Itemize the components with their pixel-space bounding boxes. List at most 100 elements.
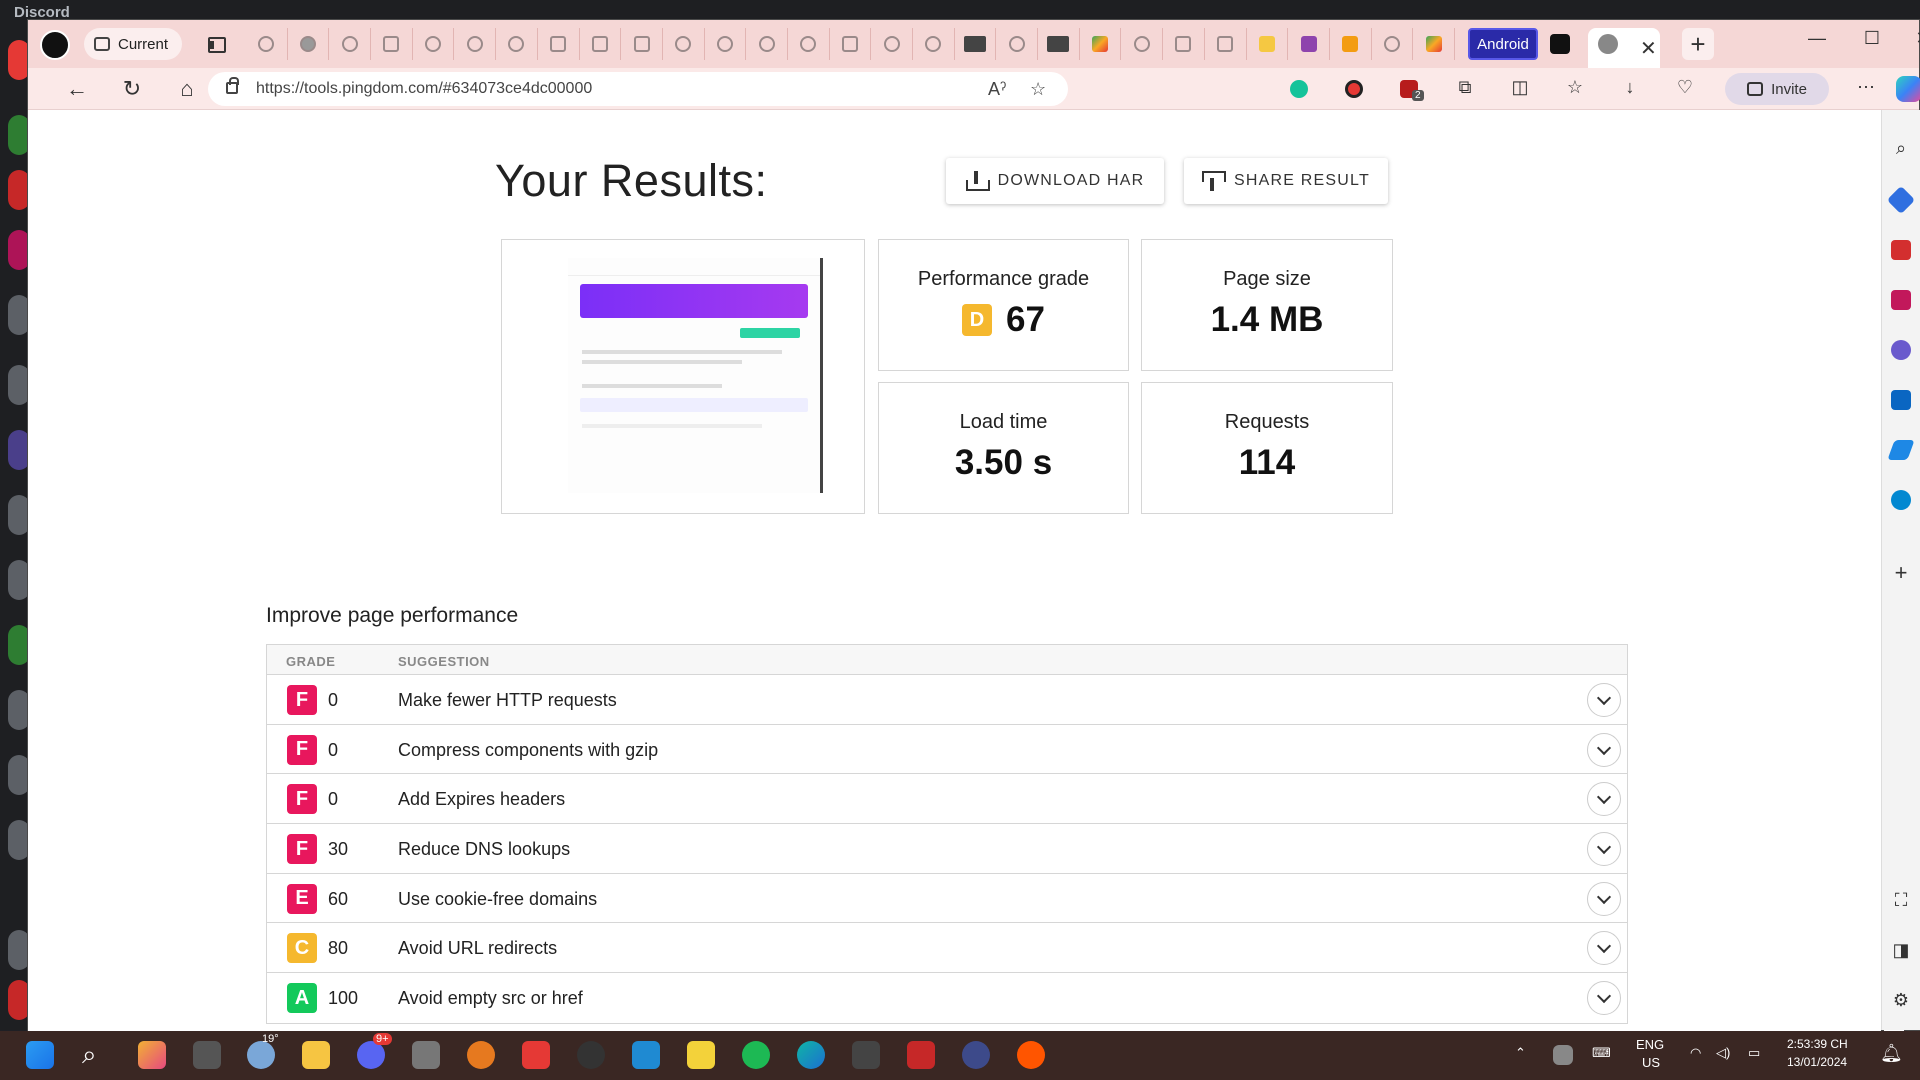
minimize-icon[interactable]: —	[1802, 28, 1832, 49]
telegram-icon[interactable]	[1887, 440, 1915, 460]
expand-chevron-icon[interactable]	[1587, 732, 1621, 767]
favorites-icon[interactable]: ☆	[1563, 77, 1587, 98]
tools-icon[interactable]	[1891, 240, 1911, 260]
tab-site[interactable]	[1247, 28, 1289, 60]
vscode-icon[interactable]	[632, 1041, 660, 1069]
table-row[interactable]: F 0 Compress components with gzip	[267, 725, 1627, 775]
youtube-icon[interactable]	[522, 1041, 550, 1069]
task-view-icon[interactable]	[193, 1041, 221, 1069]
clock-time[interactable]: 2:53:39 CH	[1787, 1037, 1848, 1051]
tab-github[interactable]	[496, 28, 538, 60]
tab-site[interactable]	[288, 28, 330, 60]
tray-chevron-icon[interactable]: ⌃	[1515, 1045, 1526, 1061]
performance-icon[interactable]: ♡	[1673, 77, 1697, 98]
tab-page[interactable]	[538, 28, 580, 60]
workspace-button[interactable]: Current	[84, 28, 183, 60]
close-tab-icon[interactable]: ✕	[1640, 36, 1657, 61]
refresh-icon[interactable]: ↻	[117, 74, 147, 104]
tab-site[interactable]	[1121, 28, 1164, 60]
search-icon[interactable]: ⌕	[1889, 138, 1913, 159]
expand-chevron-icon[interactable]	[1587, 782, 1621, 817]
spotify-icon[interactable]	[742, 1041, 770, 1069]
table-row[interactable]: F 30 Reduce DNS lookups	[267, 824, 1627, 874]
soundcloud-icon[interactable]	[1017, 1041, 1045, 1069]
electron-icon[interactable]	[852, 1041, 880, 1069]
download-har-button[interactable]: DOWNLOAD HAR	[946, 158, 1164, 204]
favorite-star-icon[interactable]: ☆	[1030, 79, 1046, 100]
microsoft365-icon[interactable]	[1891, 340, 1911, 360]
table-row[interactable]: F 0 Add Expires headers	[267, 774, 1627, 825]
tab-github[interactable]	[788, 28, 830, 60]
outlook-icon[interactable]	[1891, 390, 1911, 410]
more-menu-icon[interactable]: ⋯	[1854, 77, 1878, 98]
tab-github[interactable]	[871, 28, 913, 60]
weather-icon[interactable]	[247, 1041, 275, 1069]
tab-dev[interactable]	[955, 28, 997, 60]
copilot-icon[interactable]	[1896, 76, 1920, 102]
tab-github[interactable]	[329, 28, 372, 60]
tray-app-icon[interactable]	[1553, 1045, 1573, 1065]
tab-github[interactable]	[246, 28, 288, 60]
github-desktop-icon[interactable]	[577, 1041, 605, 1069]
start-icon[interactable]	[26, 1041, 54, 1069]
expand-chevron-icon[interactable]	[1587, 832, 1621, 867]
tab-site[interactable]	[1330, 28, 1372, 60]
wifi-icon[interactable]: ◠	[1690, 1045, 1701, 1061]
new-tab-button[interactable]: +	[1682, 28, 1714, 60]
tab-android[interactable]: Android	[1468, 28, 1538, 60]
table-row[interactable]: E 60 Use cookie-free domains	[267, 874, 1627, 924]
tab-github[interactable]	[454, 28, 497, 60]
maximize-icon[interactable]: ☐	[1857, 28, 1887, 49]
record-extension-icon[interactable]	[1345, 80, 1363, 98]
settings-icon[interactable]: ⚙	[1889, 990, 1913, 1011]
copilot-pre-icon[interactable]	[138, 1041, 166, 1069]
tab-github[interactable]	[746, 28, 788, 60]
home-icon[interactable]: ⌂	[172, 74, 202, 104]
tab-site[interactable]	[705, 28, 747, 60]
tab-site[interactable]	[1163, 28, 1205, 60]
sticky-notes-icon[interactable]	[687, 1041, 715, 1069]
expand-chevron-icon[interactable]	[1587, 683, 1621, 717]
split-screen-icon[interactable]: ◫	[1508, 77, 1532, 98]
profile-avatar[interactable]	[40, 30, 70, 60]
table-row[interactable]: A 100 Avoid empty src or href	[267, 973, 1627, 1023]
tab-github[interactable]	[663, 28, 705, 60]
downloads-icon[interactable]: ↓	[1618, 77, 1642, 98]
tab-drive[interactable]	[1080, 28, 1122, 60]
filezilla-icon[interactable]	[907, 1041, 935, 1069]
expand-chevron-icon[interactable]	[1587, 931, 1621, 966]
tab-github[interactable]	[996, 28, 1039, 60]
tab-page[interactable]	[371, 28, 413, 60]
edge-icon[interactable]	[797, 1041, 825, 1069]
games-icon[interactable]	[1891, 290, 1911, 310]
shopping-icon[interactable]	[1886, 185, 1916, 215]
battery-icon[interactable]: ▭	[1748, 1045, 1760, 1061]
lock-icon[interactable]	[226, 77, 239, 94]
language-indicator[interactable]: ENG	[1636, 1037, 1664, 1052]
tab-drive[interactable]	[1413, 28, 1455, 60]
expand-chevron-icon[interactable]	[1587, 881, 1621, 916]
language-region[interactable]: US	[1642, 1055, 1660, 1070]
table-row[interactable]: C 80 Avoid URL redirects	[267, 923, 1627, 974]
tab-site[interactable]	[1288, 28, 1330, 60]
grammarly-icon[interactable]	[1290, 80, 1308, 98]
tab-github[interactable]	[1372, 28, 1414, 60]
volume-icon[interactable]: ◁)	[1716, 1045, 1730, 1061]
share-result-button[interactable]: SHARE RESULT	[1184, 158, 1388, 204]
tab-site[interactable]	[830, 28, 872, 60]
notification-bell-icon[interactable]: 🔔︎	[1880, 1043, 1903, 1064]
tab-site[interactable]	[580, 28, 622, 60]
extensions-icon[interactable]: ⧉	[1453, 77, 1477, 98]
skype-icon[interactable]	[1891, 490, 1911, 510]
tab-site[interactable]	[621, 28, 663, 60]
search-icon[interactable]: ⌕	[82, 1039, 97, 1071]
back-icon[interactable]: ←	[62, 74, 92, 104]
fl-studio-icon[interactable]	[467, 1041, 495, 1069]
keyboard-icon[interactable]: ⌨	[1592, 1045, 1611, 1061]
close-window-icon[interactable]: ✕	[1908, 28, 1920, 49]
vertical-tabs-icon[interactable]	[208, 37, 226, 53]
address-bar[interactable]: https://tools.pingdom.com/#634073ce4dc00…	[208, 72, 1068, 106]
discord-icon[interactable]	[357, 1041, 385, 1069]
tab-github[interactable]	[413, 28, 455, 60]
url-text[interactable]: https://tools.pingdom.com/#634073ce4dc00…	[256, 80, 592, 98]
